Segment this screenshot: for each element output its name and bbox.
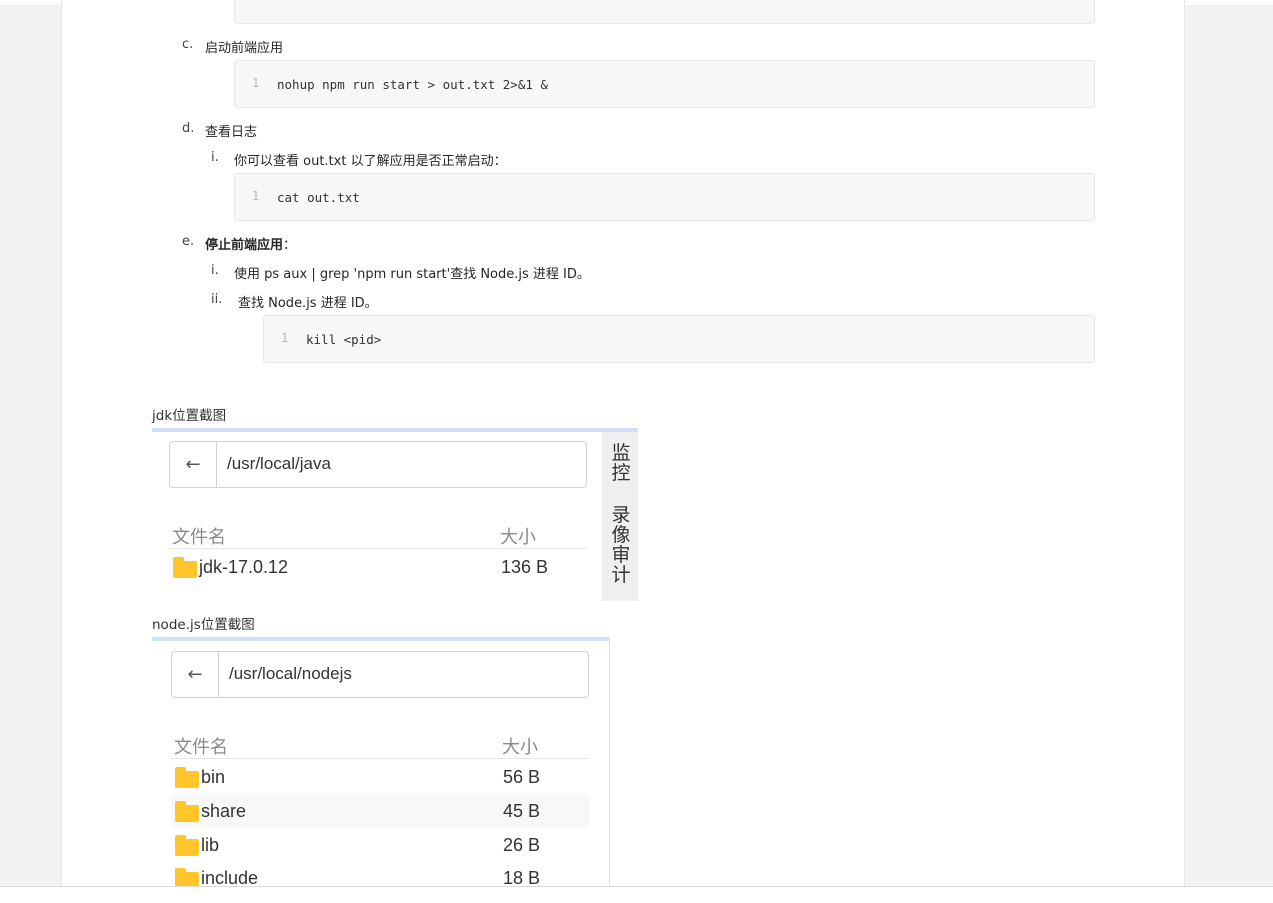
file-name: share — [201, 801, 247, 821]
list-marker-e-ii: ii. — [211, 292, 223, 307]
code-block-log[interactable]: 1 cat out.txt — [234, 173, 1095, 221]
side-label[interactable]: 计 — [611, 564, 631, 586]
back-arrow-icon[interactable]: ← — [172, 652, 219, 697]
path-bar[interactable]: ← /usr/local/nodejs — [171, 651, 589, 698]
side-label[interactable]: 控 — [611, 462, 631, 484]
file-row[interactable]: bin 56 B — [171, 760, 589, 794]
side-label[interactable]: 录 — [611, 504, 631, 526]
file-name: lib — [201, 835, 220, 855]
column-header-size: 大小 — [502, 737, 538, 758]
column-header-size: 大小 — [500, 527, 536, 548]
back-arrow-icon[interactable]: ← — [170, 442, 217, 487]
file-size: 26 B — [503, 835, 541, 855]
path-text: /usr/local/nodejs — [229, 664, 352, 683]
side-label[interactable]: 像 — [611, 524, 631, 546]
file-row[interactable]: jdk-17.0.12 136 B — [169, 550, 587, 584]
list-marker-d: d. — [182, 121, 195, 136]
list-marker-d-i: i. — [211, 150, 219, 165]
file-row[interactable]: lib 26 B — [171, 828, 589, 862]
file-size: 136 B — [501, 557, 549, 577]
header-divider — [171, 758, 589, 759]
folder-icon — [175, 835, 199, 856]
code-block-previous — [234, 0, 1095, 24]
jdk-caption: jdk位置截图 — [152, 408, 227, 424]
list-marker-c: c. — [182, 37, 194, 52]
side-label[interactable]: 监 — [611, 442, 631, 464]
code-line: nohup npm run start > out.txt 2>&1 & — [277, 77, 548, 92]
step-c-label: 启动前端应用 — [205, 41, 284, 56]
step-e-label-bold: 停止前端应用 — [205, 238, 284, 253]
path-bar[interactable]: ← /usr/local/java — [169, 441, 587, 488]
file-row[interactable]: include 18 B — [171, 861, 589, 886]
file-size: 56 B — [503, 767, 541, 787]
code-line: cat out.txt — [277, 190, 360, 205]
folder-icon — [175, 868, 199, 886]
jdk-screenshot: ← /usr/local/java 文件名 大小 jdk-17.0.12 136… — [152, 428, 638, 601]
step-d-label: 查看日志 — [205, 125, 258, 140]
file-name: jdk-17.0.12 — [199, 557, 289, 577]
line-number: 1 — [281, 331, 289, 345]
document-page: c. 启动前端应用 1 nohup npm run start > out.tx… — [61, 0, 1185, 886]
line-number: 1 — [252, 189, 260, 203]
file-size: 18 B — [503, 868, 541, 886]
line-number: 1 — [252, 76, 260, 90]
folder-icon — [175, 767, 199, 788]
step-d-i-text: 你可以查看 out.txt 以了解应用是否正常启动： — [234, 154, 507, 169]
list-marker-e-i: i. — [211, 263, 219, 278]
path-text: /usr/local/java — [227, 454, 331, 473]
file-size: 45 B — [503, 801, 541, 821]
step-e-label: 停止前端应用： — [205, 234, 296, 253]
list-marker-e: e. — [182, 234, 195, 249]
nodejs-caption: node.js位置截图 — [152, 617, 255, 633]
code-line: kill <pid> — [306, 332, 382, 347]
status-bar — [0, 886, 1273, 903]
step-e-label-suffix: ： — [283, 238, 297, 253]
folder-icon — [173, 557, 197, 578]
step-e-i-text: 使用 ps aux | grep 'npm run start'查找 Node.… — [234, 267, 590, 282]
column-header-name: 文件名 — [172, 527, 226, 548]
folder-icon — [175, 801, 199, 822]
column-header-name: 文件名 — [174, 737, 228, 758]
code-block-start[interactable]: 1 nohup npm run start > out.txt 2>&1 & — [234, 60, 1095, 108]
file-name: bin — [201, 767, 226, 787]
header-divider — [169, 548, 587, 549]
step-e-ii-text: 查找 Node.js 进程 ID。 — [238, 296, 378, 311]
nodejs-screenshot: ← /usr/local/nodejs 文件名 大小 bin 56 B shar… — [152, 637, 610, 886]
side-label[interactable]: 审 — [611, 544, 631, 566]
code-block-kill[interactable]: 1 kill <pid> — [263, 315, 1095, 363]
file-name: include — [201, 868, 259, 886]
file-row[interactable]: share 45 B — [171, 794, 589, 828]
side-panel: 监 控 录 像 审 计 — [602, 432, 638, 601]
